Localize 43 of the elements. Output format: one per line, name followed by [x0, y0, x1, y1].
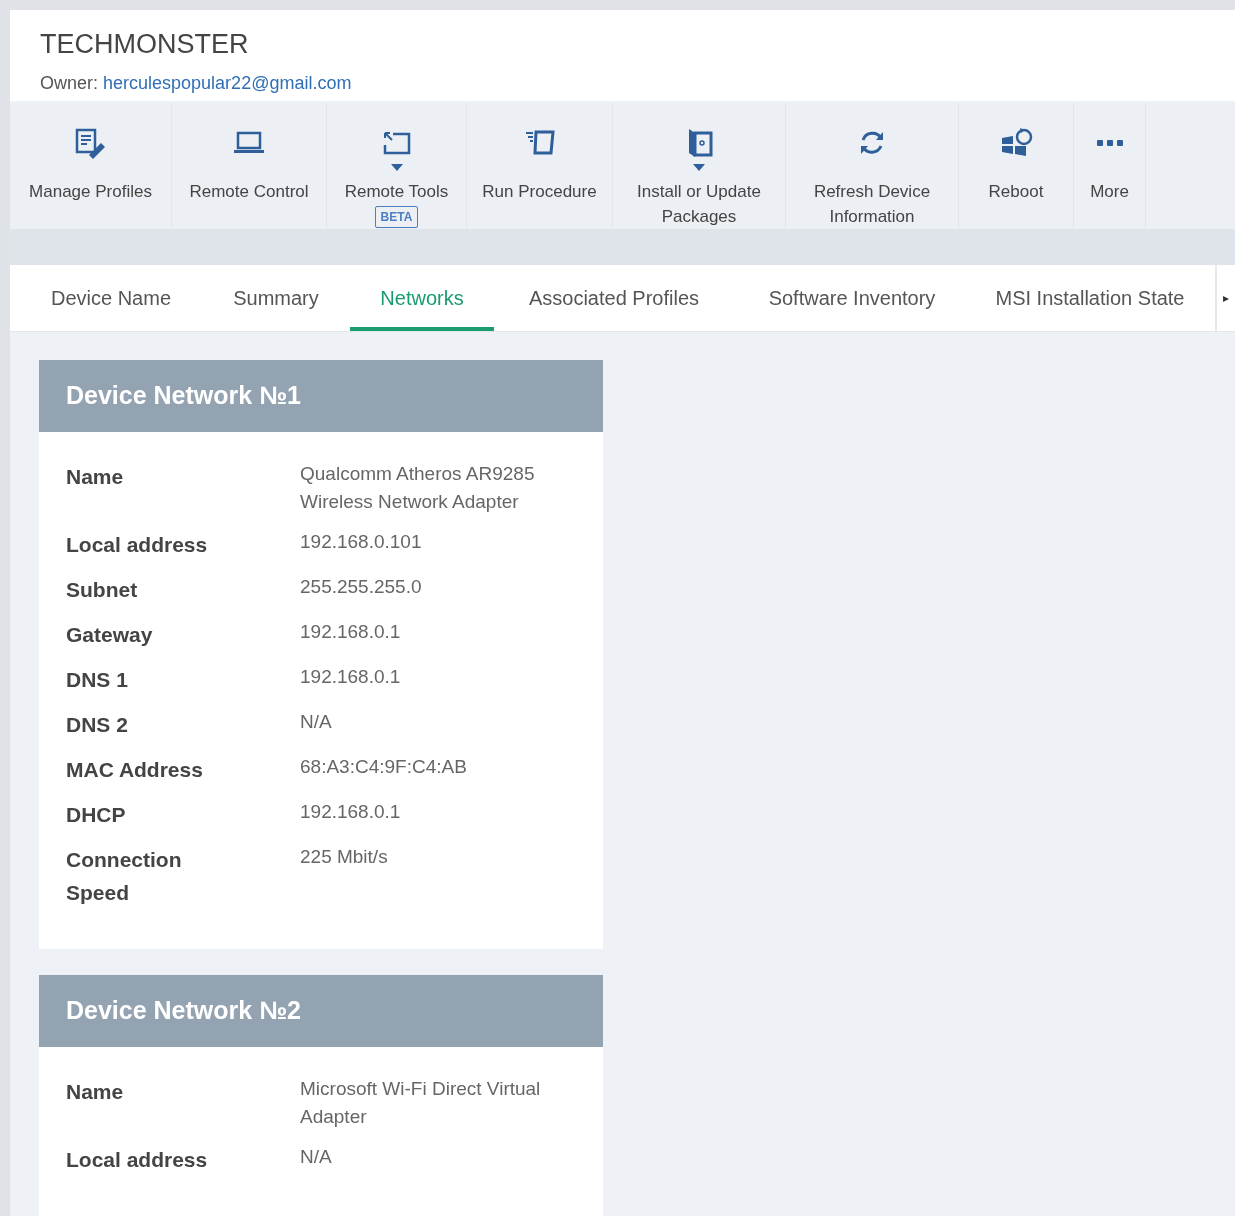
field-value: Qualcomm Atheros AR9285 Wireless Network Adapter	[300, 462, 536, 514]
field-value: 255.255.255.0	[300, 575, 423, 599]
field-label: Subnet	[66, 577, 139, 603]
more-icon	[1095, 138, 1124, 147]
toolbar-button[interactable]: Manage Profiles	[10, 102, 172, 229]
field-label: DNS 1	[66, 667, 129, 693]
tab[interactable]: MSI Installation State	[970, 264, 1210, 331]
field-label: Name	[66, 464, 125, 490]
toolbar-button[interactable]: Reboot	[959, 102, 1074, 229]
field-label: Gateway	[66, 622, 154, 648]
card-header: Device Network №2	[39, 975, 603, 1047]
field-label: Connection Speed	[66, 847, 183, 906]
toolbar-button[interactable]: Remote Tools BETA	[327, 102, 467, 229]
tab[interactable]: Software Inventory	[734, 264, 970, 331]
owner-email-link[interactable]: herculespopular22@gmail.com	[103, 70, 352, 97]
tab[interactable]: Summary	[202, 264, 350, 331]
toolbar-button[interactable]: Refresh Device Information	[786, 102, 959, 229]
field-label: DHCP	[66, 802, 127, 828]
field-label: Local address	[66, 1147, 209, 1173]
device-title: TECHMONSTER	[40, 28, 250, 60]
field-value: 192.168.0.1	[300, 800, 402, 824]
tab[interactable]: Associated Profiles	[494, 264, 734, 331]
owner-label: Owner:	[40, 72, 99, 95]
field-value: N/A	[300, 1145, 333, 1169]
field-label: Local address	[66, 532, 209, 558]
field-value: 225 Mbit/s	[300, 845, 389, 869]
field-value: 192.168.0.101	[300, 530, 423, 554]
field-value: N/A	[300, 710, 333, 734]
toolbar-button[interactable]: Remote Control	[172, 102, 327, 229]
card-header: Device Network №1	[39, 360, 603, 432]
field-label: DNS 2	[66, 712, 129, 738]
field-label: Name	[66, 1079, 125, 1105]
field-value: 192.168.0.1	[300, 620, 402, 644]
tab[interactable]: Device Name	[20, 264, 202, 331]
toolbar-button[interactable]: Run Procedure	[467, 102, 613, 229]
field-value: Microsoft Wi-Fi Direct Virtual Adapter	[300, 1077, 542, 1129]
beta-badge: BETA	[374, 205, 419, 228]
toolbar-button[interactable]: Install or Update Packages	[613, 102, 786, 229]
field-value: 192.168.0.1	[300, 665, 402, 689]
tab[interactable]: Networks	[350, 264, 494, 331]
toolbar-button[interactable]: More	[1074, 102, 1146, 229]
field-label: MAC Address	[66, 757, 204, 783]
field-value: 68:A3:C4:9F:C4:AB	[300, 755, 468, 779]
